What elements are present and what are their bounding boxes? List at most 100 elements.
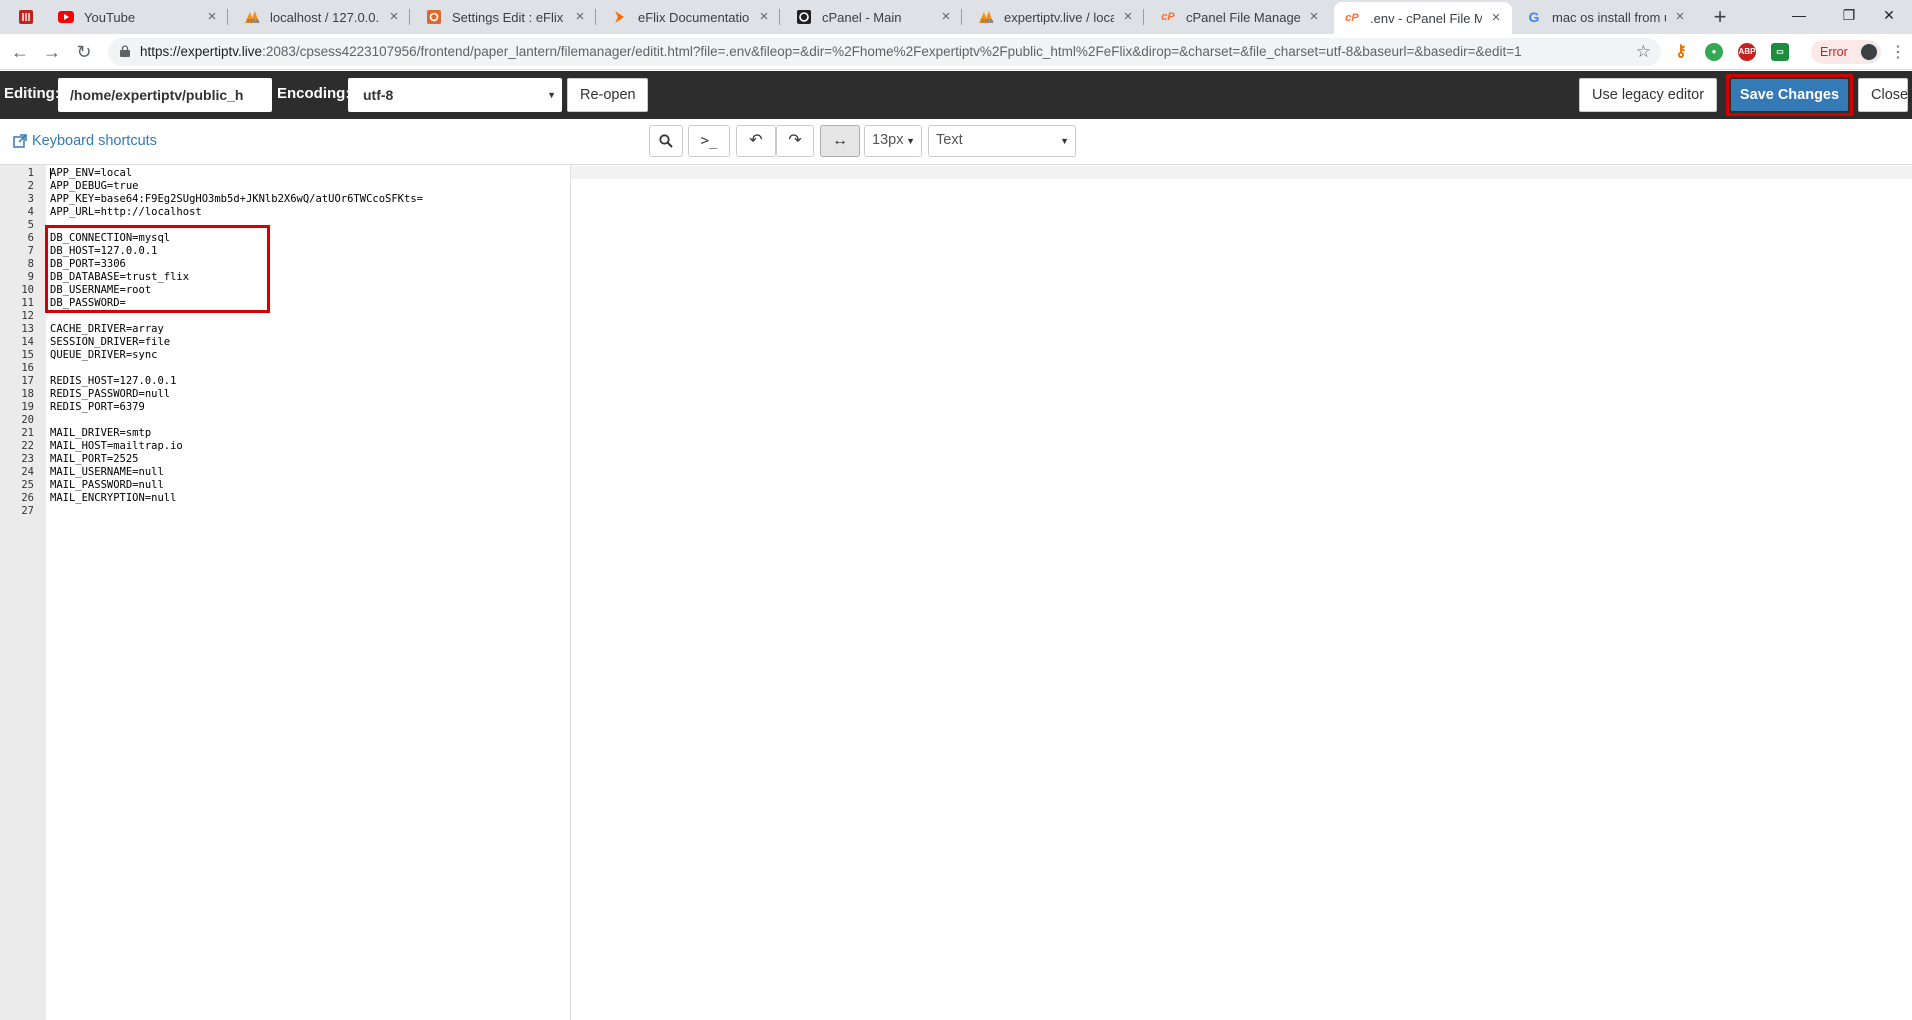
close-tab-icon[interactable]: ×: [1488, 10, 1504, 26]
tab-title: eFlix Documentation: [638, 9, 750, 25]
profile-error-button[interactable]: Error: [1811, 40, 1881, 64]
reload-button[interactable]: ↻: [72, 40, 96, 64]
chevron-down-icon: ▼: [1060, 136, 1069, 146]
code-line[interactable]: QUEUE_DRIVER=sync: [50, 349, 157, 362]
phpmyadmin-icon: PMA: [244, 9, 260, 25]
tab-title: mac os install from us: [1552, 9, 1666, 25]
file-path-field[interactable]: /home/expertiptv/public_h: [58, 78, 272, 112]
close-tab-icon[interactable]: ×: [386, 9, 402, 25]
go-to-line-button[interactable]: >_: [688, 125, 730, 157]
close-tab-icon[interactable]: ×: [1120, 9, 1136, 25]
line-number: 10: [21, 284, 34, 296]
code-line[interactable]: MAIL_PORT=2525: [50, 453, 139, 466]
forward-button[interactable]: →: [40, 40, 64, 64]
line-number: 1: [27, 167, 34, 179]
tab-separator: [409, 9, 410, 25]
line-number: 5: [27, 219, 34, 231]
browser-tab-strip: YouTube × PMA localhost / 127.0.0.1 / · …: [0, 0, 1912, 34]
code-line[interactable]: APP_ENV=local: [50, 167, 132, 180]
close-tab-icon[interactable]: ×: [938, 9, 954, 25]
address-bar[interactable]: https://expertiptv.live:2083/cpsess42231…: [108, 38, 1661, 66]
line-number: 14: [21, 336, 34, 348]
close-button[interactable]: Close: [1858, 78, 1908, 112]
search-button[interactable]: [649, 125, 683, 157]
bookmark-star-icon[interactable]: ☆: [1636, 42, 1651, 62]
tab-cpanel-main[interactable]: cPanel - Main ×: [786, 0, 962, 34]
back-button[interactable]: ←: [8, 40, 32, 64]
editor-toolbar: Keyboard shortcuts >_ ↶ ↷ ↔ 13px ▼ Text …: [0, 119, 1912, 165]
code-line[interactable]: SESSION_DRIVER=file: [50, 336, 170, 349]
line-number: 4: [27, 206, 34, 218]
tv-extension-icon[interactable]: ▭: [1771, 43, 1789, 61]
tab-title: Settings Edit : eFlix - U: [452, 9, 566, 25]
line-number: 12: [21, 310, 34, 322]
google-icon: G: [1528, 9, 1540, 25]
minimize-button[interactable]: —: [1776, 0, 1822, 30]
tab-youtube[interactable]: YouTube ×: [48, 0, 228, 34]
close-tab-icon[interactable]: ×: [1306, 9, 1322, 25]
reopen-button[interactable]: Re-open: [567, 78, 648, 112]
save-changes-button[interactable]: Save Changes: [1731, 79, 1848, 111]
font-size-value: 13px: [872, 132, 904, 148]
line-number: 23: [21, 453, 34, 465]
close-tab-icon[interactable]: ×: [204, 9, 220, 25]
svg-text:PMA: PMA: [247, 19, 260, 24]
cpanel-icon: [796, 9, 812, 25]
code-line[interactable]: MAIL_USERNAME=null: [50, 466, 164, 479]
code-line[interactable]: MAIL_HOST=mailtrap.io: [50, 440, 183, 453]
tab-pdf[interactable]: [8, 0, 42, 34]
terminal-icon: >_: [700, 133, 718, 149]
tab-phpmyadmin-remote[interactable]: PMA expertiptv.live / localh ×: [968, 0, 1144, 34]
line-number: 27: [21, 505, 34, 517]
new-tab-button[interactable]: +: [1706, 4, 1734, 32]
keyboard-shortcuts-link[interactable]: Keyboard shortcuts: [13, 133, 157, 149]
code-line[interactable]: REDIS_PORT=6379: [50, 401, 145, 414]
code-line[interactable]: MAIL_ENCRYPTION=null: [50, 492, 176, 505]
code-line[interactable]: APP_KEY=base64:F9Eg2SUgHO3mb5d+JKNlb2X6w…: [50, 193, 423, 206]
tab-eflix-docs[interactable]: eFlix Documentation ×: [602, 0, 780, 34]
line-number: 7: [27, 245, 34, 257]
settings-app-icon: [426, 9, 442, 25]
close-tab-icon[interactable]: ×: [572, 9, 588, 25]
chevron-down-icon: ▼: [547, 90, 556, 100]
cpanel-icon: cP: [1345, 12, 1359, 24]
close-window-button[interactable]: ✕: [1866, 0, 1912, 30]
tab-cpanel-file-manager[interactable]: cP cPanel File Manager v ×: [1150, 0, 1330, 34]
font-size-select[interactable]: 13px ▼: [864, 125, 922, 157]
code-line[interactable]: REDIS_PASSWORD=null: [50, 388, 170, 401]
code-line[interactable]: MAIL_PASSWORD=null: [50, 479, 164, 492]
code-line[interactable]: CACHE_DRIVER=array: [50, 323, 164, 336]
undo-button[interactable]: ↶: [736, 125, 776, 157]
url-host: https://expertiptv.live: [140, 44, 263, 59]
encoding-value: utf-8: [363, 87, 394, 103]
search-icon: [659, 134, 673, 148]
redo-button[interactable]: ↷: [776, 125, 814, 157]
line-number: 2: [27, 180, 34, 192]
encoding-select[interactable]: utf-8 ▼: [348, 78, 562, 112]
code-line[interactable]: APP_URL=http://localhost: [50, 206, 202, 219]
line-number: 17: [21, 375, 34, 387]
wrap-toggle-button[interactable]: ↔: [820, 125, 860, 157]
active-line-highlight: [571, 166, 1912, 179]
tab-title: .env - cPanel File Man: [1370, 10, 1482, 26]
tab-env-editor[interactable]: cP .env - cPanel File Man ×: [1334, 2, 1512, 34]
mode-select[interactable]: Text ▼: [928, 125, 1076, 157]
code-line[interactable]: MAIL_DRIVER=smtp: [50, 427, 151, 440]
line-number: 21: [21, 427, 34, 439]
close-tab-icon[interactable]: ×: [756, 9, 772, 25]
svg-text:PMA: PMA: [981, 19, 994, 24]
adblock-icon[interactable]: ABP: [1738, 43, 1756, 61]
browser-menu-icon[interactable]: ⋮: [1890, 42, 1906, 62]
code-line[interactable]: APP_DEBUG=true: [50, 180, 139, 193]
url-path: :2083/cpsess4223107956/frontend/paper_la…: [262, 44, 1522, 59]
key-extension-icon[interactable]: ⚷: [1672, 43, 1690, 61]
code-line[interactable]: REDIS_HOST=127.0.0.1: [50, 375, 176, 388]
tab-phpmyadmin-localhost[interactable]: PMA localhost / 127.0.0.1 / · ×: [234, 0, 410, 34]
close-tab-icon[interactable]: ×: [1672, 9, 1688, 25]
tab-google-search[interactable]: G mac os install from us ×: [1516, 0, 1696, 34]
tab-settings-edit[interactable]: Settings Edit : eFlix - U ×: [416, 0, 596, 34]
youtube-icon: [58, 9, 74, 25]
globe-extension-icon[interactable]: ●: [1705, 43, 1723, 61]
line-number: 26: [21, 492, 34, 504]
legacy-editor-button[interactable]: Use legacy editor: [1579, 78, 1717, 112]
